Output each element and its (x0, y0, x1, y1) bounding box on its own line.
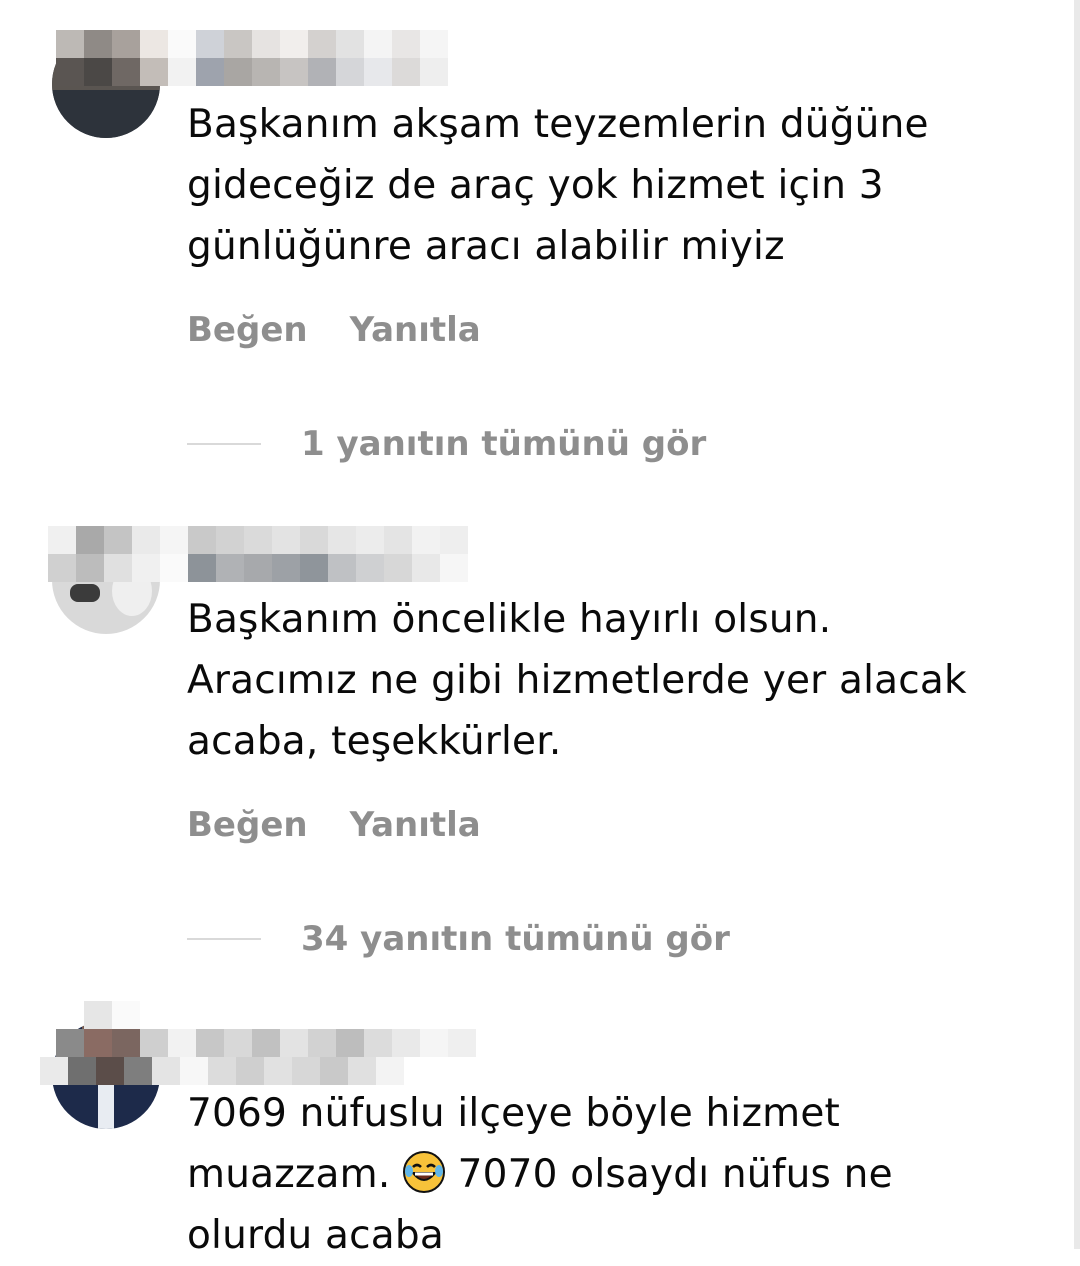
comment-text: Başkanım akşam teyzemlerin düğüne gidece… (187, 102, 929, 269)
view-replies-button[interactable]: 1 yanıtın tümünü gör (187, 424, 706, 464)
username-blurred-row2 (48, 554, 468, 582)
face-with-tears-of-joy-icon (403, 1151, 446, 1193)
username-blurred[interactable] (48, 526, 468, 554)
comment-item-1: Başkanım akşam teyzemlerin düğüne gidece… (0, 0, 1074, 480)
replies-divider (187, 443, 261, 445)
view-replies-button[interactable]: 34 yanıtın tümünü gör (187, 919, 730, 959)
reply-button[interactable]: Yanıtla (350, 805, 481, 845)
username-blurred-row3 (40, 1057, 404, 1085)
like-button[interactable]: Beğen (187, 805, 308, 845)
reply-button[interactable]: Yanıtla (350, 310, 481, 350)
comment-actions: Beğen Yanıtla (187, 805, 481, 845)
username-blurred[interactable] (84, 1001, 140, 1029)
like-button[interactable]: Beğen (187, 310, 308, 350)
comment-text: 7069 nüfuslu ilçeye böyle hizmet muazzam… (187, 1083, 1047, 1266)
comment-item-3: 7069 nüfuslu ilçeye böyle hizmet muazzam… (0, 995, 1074, 1258)
username-blurred-row2 (56, 58, 448, 86)
username-blurred-row2 (56, 1029, 476, 1057)
view-replies-label: 34 yanıtın tümünü gör (301, 919, 730, 959)
scrollbar-track[interactable] (1074, 0, 1080, 1249)
view-replies-label: 1 yanıtın tümünü gör (301, 424, 707, 464)
comment-text: Başkanım öncelikle hayırlı olsun. Aracım… (187, 597, 967, 764)
comment-item-2: Başkanım öncelikle hayırlı olsun. Aracım… (0, 500, 1074, 980)
replies-divider (187, 938, 261, 940)
username-blurred[interactable] (56, 30, 448, 58)
comment-actions: Beğen Yanıtla (187, 310, 481, 350)
